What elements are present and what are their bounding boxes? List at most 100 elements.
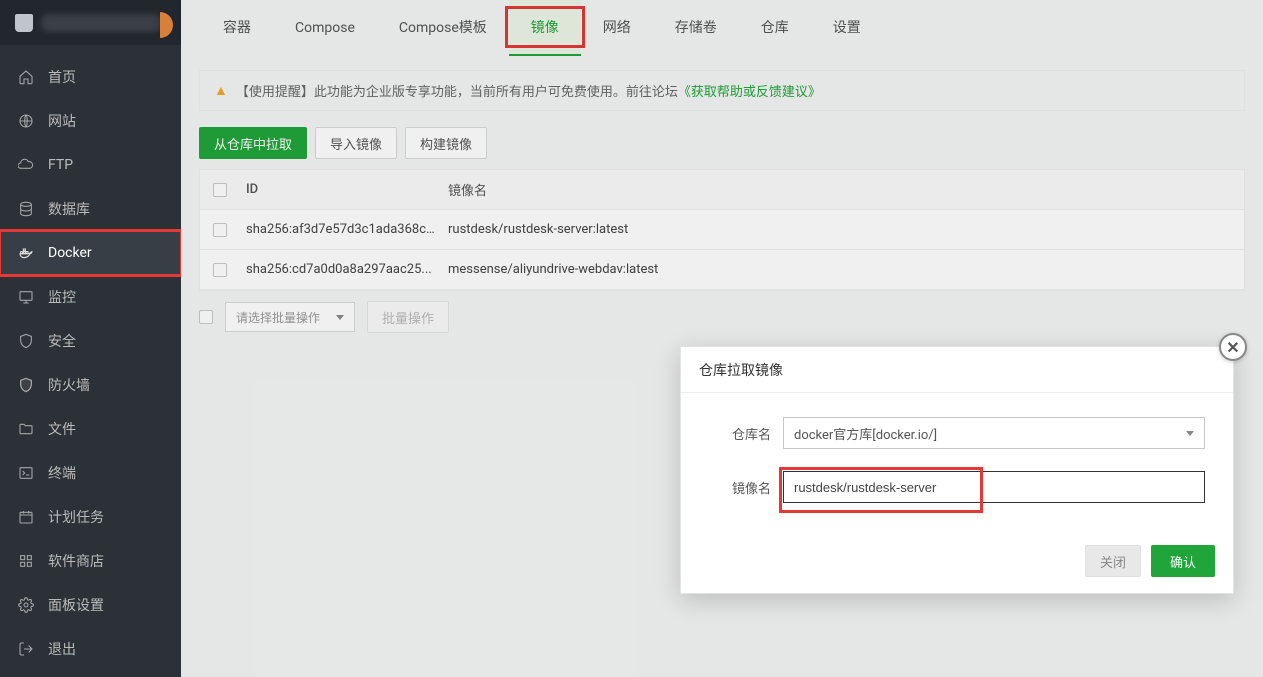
tab-volume[interactable]: 存储卷 — [653, 0, 739, 56]
tab-repo[interactable]: 仓库 — [739, 0, 811, 56]
nav-label: 文件 — [48, 419, 76, 439]
table-header: ID 镜像名 — [200, 170, 1244, 210]
nav-label: 面板设置 — [48, 595, 104, 615]
modal-close-button[interactable]: ✕ — [1219, 333, 1247, 361]
cell-id: sha256:cd7a0d0a8a297aac25... — [240, 262, 442, 277]
header-id: ID — [240, 182, 442, 197]
home-icon — [18, 69, 34, 85]
images-table: ID 镜像名 sha256:af3d7e57d3c1ada368c... rus… — [199, 169, 1245, 291]
modal-body: 仓库名 docker官方库[docker.io/] 镜像名 — [681, 393, 1233, 533]
nav-item-firewall[interactable]: 防火墙 — [0, 363, 181, 407]
batch-action-button[interactable]: 批量操作 — [367, 301, 449, 333]
nav-label: 软件商店 — [48, 551, 104, 571]
table-footer: 请选择批量操作 批量操作 — [199, 301, 1245, 333]
tab-compose[interactable]: Compose — [273, 0, 377, 56]
chevron-down-icon — [336, 315, 344, 320]
repo-select-value: docker官方库[docker.io/] — [794, 424, 937, 443]
nav-item-cron[interactable]: 计划任务 — [0, 495, 181, 539]
tab-compose-template[interactable]: Compose模板 — [377, 0, 509, 56]
repo-label: 仓库名 — [709, 424, 771, 443]
image-name-input[interactable] — [783, 471, 1205, 503]
nav-item-terminal[interactable]: 终端 — [0, 451, 181, 495]
nav-label: 安全 — [48, 331, 76, 351]
nav-item-docker[interactable]: Docker — [0, 231, 181, 275]
repo-select[interactable]: docker官方库[docker.io/] — [783, 417, 1205, 449]
nav-item-home[interactable]: 首页 — [0, 55, 181, 99]
sidebar: 首页 网站 FTP 数据库 Docker 监控 安全 防火墙 — [0, 0, 181, 677]
nav-label: 防火墙 — [48, 375, 90, 395]
tab-label: Compose — [295, 20, 355, 36]
tab-label: 仓库 — [761, 20, 789, 36]
tab-label: 存储卷 — [675, 20, 717, 36]
tab-label: 容器 — [223, 20, 251, 36]
nav-label: Docker — [48, 245, 92, 261]
cell-name: rustdesk/rustdesk-server:latest — [442, 222, 1244, 237]
import-image-button[interactable]: 导入镜像 — [315, 127, 397, 159]
cell-id: sha256:af3d7e57d3c1ada368c... — [240, 222, 442, 237]
nav-item-panel-settings[interactable]: 面板设置 — [0, 583, 181, 627]
alert-link[interactable]: 《获取帮助或反馈建议》 — [678, 81, 821, 100]
monitor-icon — [18, 289, 34, 305]
confirm-button[interactable]: 确认 — [1151, 545, 1215, 577]
settings-icon — [18, 597, 34, 613]
nav-item-database[interactable]: 数据库 — [0, 187, 181, 231]
firewall-icon — [18, 377, 34, 393]
table-row: sha256:af3d7e57d3c1ada368c... rustdesk/r… — [200, 210, 1244, 250]
nav-label: 网站 — [48, 111, 76, 131]
row-checkbox[interactable] — [213, 263, 227, 277]
nav-item-monitor[interactable]: 监控 — [0, 275, 181, 319]
ftp-icon — [18, 157, 34, 173]
select-all-checkbox[interactable] — [213, 183, 227, 197]
tab-images[interactable]: 镜像 — [509, 0, 581, 56]
docker-icon — [18, 245, 34, 261]
pull-image-modal: ✕ 仓库拉取镜像 仓库名 docker官方库[docker.io/] 镜像名 关… — [680, 346, 1234, 594]
tabs: 容器 Compose Compose模板 镜像 网络 存储卷 仓库 设置 — [181, 0, 1263, 56]
shield-icon — [18, 333, 34, 349]
tab-label: 网络 — [603, 20, 631, 36]
tab-network[interactable]: 网络 — [581, 0, 653, 56]
image-label: 镜像名 — [709, 478, 771, 497]
apps-icon — [18, 553, 34, 569]
chevron-down-icon — [1186, 431, 1194, 436]
globe-icon — [18, 113, 34, 129]
nav-item-ftp[interactable]: FTP — [0, 143, 181, 187]
batch-select-placeholder: 请选择批量操作 — [236, 309, 320, 326]
batch-select[interactable]: 请选择批量操作 — [225, 302, 355, 332]
nav-label: 数据库 — [48, 199, 90, 219]
row-checkbox[interactable] — [213, 223, 227, 237]
tab-label: 镜像 — [531, 20, 559, 36]
form-row-repo: 仓库名 docker官方库[docker.io/] — [709, 417, 1205, 449]
nav-label: 计划任务 — [48, 507, 104, 527]
nav-label: FTP — [48, 157, 73, 173]
header-name: 镜像名 — [442, 180, 1244, 199]
nav-item-website[interactable]: 网站 — [0, 99, 181, 143]
terminal-icon — [18, 465, 34, 481]
warning-icon: ▲ — [214, 82, 228, 99]
nav-label: 首页 — [48, 67, 76, 87]
pull-from-repo-button[interactable]: 从仓库中拉取 — [199, 127, 307, 159]
nav-label: 终端 — [48, 463, 76, 483]
toolbar: 从仓库中拉取 导入镜像 构建镜像 — [199, 127, 1245, 159]
tab-label: 设置 — [833, 20, 861, 36]
alert-text: 【使用提醒】此功能为企业版专享功能，当前所有用户可免费使用。前往论坛 — [236, 81, 678, 100]
folder-icon — [18, 421, 34, 437]
footer-checkbox[interactable] — [199, 310, 213, 324]
tab-settings[interactable]: 设置 — [811, 0, 883, 56]
nav-item-files[interactable]: 文件 — [0, 407, 181, 451]
cancel-button[interactable]: 关闭 — [1085, 545, 1141, 577]
alert-banner: ▲ 【使用提醒】此功能为企业版专享功能，当前所有用户可免费使用。前往论坛 《获取… — [199, 70, 1245, 111]
table-row: sha256:cd7a0d0a8a297aac25... messense/al… — [200, 250, 1244, 290]
avatar[interactable] — [147, 12, 173, 38]
logo-text-blurred — [41, 14, 161, 32]
modal-footer: 关闭 确认 — [681, 533, 1233, 593]
database-icon — [18, 201, 34, 217]
nav-item-logout[interactable]: 退出 — [0, 627, 181, 671]
build-image-button[interactable]: 构建镜像 — [405, 127, 487, 159]
cell-name: messense/aliyundrive-webdav:latest — [442, 262, 1244, 277]
nav-item-appstore[interactable]: 软件商店 — [0, 539, 181, 583]
nav-label: 监控 — [48, 287, 76, 307]
tab-container[interactable]: 容器 — [201, 0, 273, 56]
logout-icon — [18, 641, 34, 657]
tab-label: Compose模板 — [399, 20, 487, 36]
nav-item-security[interactable]: 安全 — [0, 319, 181, 363]
